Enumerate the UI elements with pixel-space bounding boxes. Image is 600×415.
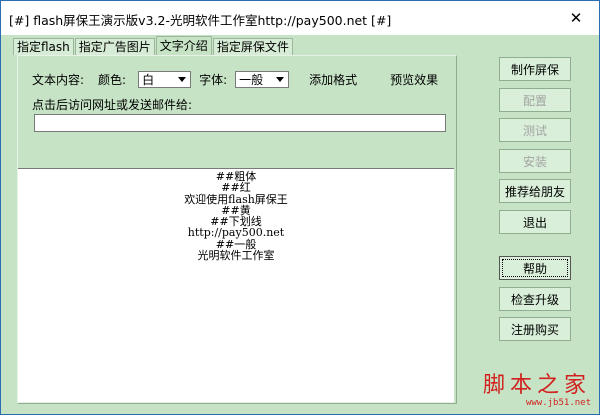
text-line: ##红 — [221, 181, 251, 195]
font-select-value: 一般 — [239, 72, 264, 87]
check-update-button[interactable]: 检查升级 — [499, 287, 571, 311]
exit-button[interactable]: 退出 — [499, 210, 571, 234]
intro-textarea[interactable]: ##粗体 ##红 欢迎使用flash屏保王 ##黄 ##下划线 http://p… — [18, 168, 454, 403]
app-window: [#] flash屏保王演示版v3.2-光明软件工作室http://pay500… — [0, 0, 600, 415]
install-button[interactable]: 安装 — [499, 149, 571, 173]
watermark: 脚本之家 www.jb51.net — [482, 373, 591, 409]
color-select[interactable]: 白 — [138, 70, 192, 88]
tab-text-intro[interactable]: 文字介绍 — [155, 36, 212, 55]
chevron-down-icon — [175, 73, 189, 86]
font-select[interactable]: 一般 — [235, 70, 290, 88]
chevron-down-icon — [273, 73, 287, 86]
color-label: 颜色: — [98, 72, 127, 87]
close-button[interactable]: ✕ — [553, 1, 599, 35]
title-bar[interactable]: [#] flash屏保王演示版v3.2-光明软件工作室http://pay500… — [1, 1, 599, 35]
tab-ad-image[interactable]: 指定广告图片 — [74, 38, 155, 55]
register-buy-button[interactable]: 注册购买 — [499, 317, 571, 341]
color-select-value: 白 — [142, 72, 155, 87]
watermark-brand: 脚本之家 — [482, 373, 591, 398]
test-button[interactable]: 测试 — [499, 118, 571, 142]
preview-effect-link[interactable]: 预览效果 — [390, 71, 438, 88]
content-label: 文本内容: — [32, 72, 85, 87]
url-input[interactable] — [34, 114, 446, 132]
font-label: 字体: — [199, 72, 228, 87]
tab-screensaver-file[interactable]: 指定屏保文件 — [212, 38, 293, 55]
close-icon: ✕ — [569, 9, 583, 27]
make-screensaver-button[interactable]: 制作屏保 — [499, 57, 571, 81]
url-label: 点击后访问网址或发送邮件给: — [32, 98, 193, 112]
add-format-link[interactable]: 添加格式 — [309, 71, 357, 88]
format-row: 文本内容: 颜色: 白 字体: 一般 添加格式 预览效果 — [32, 70, 438, 88]
config-button[interactable]: 配置 — [499, 88, 571, 112]
watermark-url: www.jb51.net — [525, 398, 591, 408]
text-line: 光明软件工作室 — [197, 249, 275, 263]
tab-panel: 文本内容: 颜色: 白 字体: 一般 添加格式 预览效果 点击后访问网址或发送邮… — [17, 55, 457, 404]
tab-flash[interactable]: 指定flash — [13, 38, 74, 55]
intro-text-lines: ##粗体 ##红 欢迎使用flash屏保王 ##黄 ##下划线 http://p… — [18, 169, 454, 263]
tab-strip: 指定flash 指定广告图片 文字介绍 指定屏保文件 — [13, 36, 294, 55]
recommend-button[interactable]: 推荐给朋友 — [499, 179, 571, 203]
help-button[interactable]: 帮助 — [499, 256, 571, 280]
window-title: [#] flash屏保王演示版v3.2-光明软件工作室http://pay500… — [9, 13, 392, 28]
